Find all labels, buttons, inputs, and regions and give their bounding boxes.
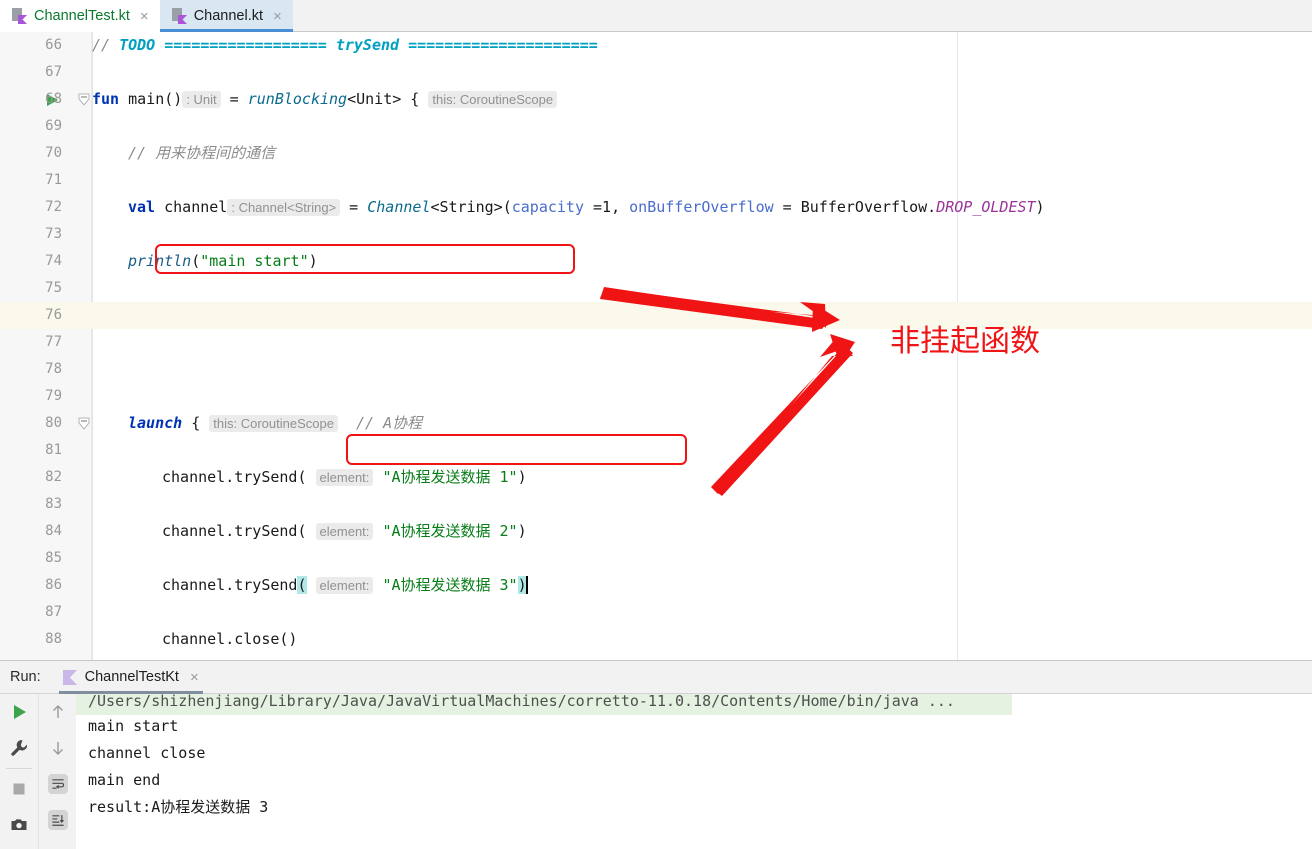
line-number: 87 (45, 604, 62, 620)
soft-wrap-button[interactable] (39, 766, 77, 802)
editor-row: 69 val channel: Channel<String> = Channe… (0, 113, 1312, 216)
editor-row: 81 println("result:" + channel.tryReceiv… (0, 437, 1312, 464)
run-tab-label: ChannelTestKt (84, 669, 179, 685)
line-number: 75 (45, 280, 62, 296)
console-line-command: /Users/shizhenjiang/Library/Java/JavaVir… (76, 694, 1012, 715)
run-label: Run: (10, 669, 41, 685)
line-number: 66 (45, 37, 62, 53)
editor-tab-label: ChannelTest.kt (34, 8, 130, 24)
up-button[interactable] (39, 694, 77, 730)
editor-row: 73 launch { this: CoroutineScope // A协程 (0, 221, 1312, 432)
line-number: 86 (45, 577, 62, 593)
editor-tab-close-icon[interactable]: × (272, 9, 283, 24)
editor-row: 82 } (0, 464, 1312, 491)
editor-tab-bar: ChannelTest.kt × Channel.kt × (0, 0, 1312, 32)
editor-tab-channeltest[interactable]: ChannelTest.kt × (0, 0, 160, 32)
todo-equals-left: ================== (155, 36, 336, 54)
arrow-up-icon (53, 705, 63, 718)
line-number: 76 (45, 307, 62, 323)
code-editor[interactable]: 66 // TODO ================== trySend ==… (0, 32, 1312, 660)
line-number: 81 (45, 442, 62, 458)
console-line: main end (88, 771, 161, 789)
todo-keyword: TODO (119, 36, 156, 54)
line-number: 74 (45, 253, 62, 269)
editor-row: 72 (0, 194, 1312, 221)
comment-slashes: // (92, 36, 120, 54)
line-number: 84 (45, 523, 62, 539)
editor-row: 71 (0, 167, 1312, 194)
kotlin-file-icon (171, 8, 187, 24)
annotation-label-non-suspend: 非挂起函数 (890, 324, 1040, 359)
line-number: 85 (45, 550, 62, 566)
run-tool-window: Run: ChannelTestKt × /Users/shizhenjiang… (0, 660, 1312, 849)
editor-row: 67 fun main(): Unit = runBlocking<Unit> … (0, 59, 1312, 108)
run-tool-window-header: Run: ChannelTestKt × (0, 661, 1312, 694)
stop-square-icon (13, 783, 25, 795)
kotlin-glyph-icon (18, 15, 27, 24)
editor-tab-label: Channel.kt (193, 8, 264, 24)
down-button[interactable] (39, 730, 77, 766)
todo-trysend-word: trySend (335, 36, 400, 54)
console-output[interactable]: /Users/shizhenjiang/Library/Java/JavaVir… (76, 694, 1312, 849)
line-number: 70 (45, 145, 62, 161)
editor-row: 70 println("main start") (0, 140, 1312, 270)
editor-row: 87 println("main end") (0, 599, 1312, 626)
editor-row: 88 } (0, 626, 1312, 653)
run-toolbar-primary (0, 694, 38, 849)
editor-row: 79 (0, 383, 1312, 410)
kotlin-glyph-icon (177, 15, 187, 24)
console-line: main start (88, 717, 179, 735)
line-number: 68 (45, 91, 62, 107)
run-settings-button[interactable] (0, 730, 38, 766)
wrench-icon (11, 740, 28, 756)
editor-row: 66 // TODO ================== trySend ==… (0, 32, 1312, 59)
editor-row: 78 }.join() // A协程必须执行完，通道有数据了之后才能取 (0, 356, 1312, 383)
play-icon (14, 705, 26, 719)
run-toolbar-secondary (38, 694, 76, 849)
thread-dump-button[interactable] (0, 807, 38, 843)
line-number: 73 (45, 226, 62, 242)
run-tab-close-icon[interactable]: × (189, 670, 200, 685)
editor-tab-close-icon[interactable]: × (139, 9, 150, 24)
line-number: 77 (45, 334, 62, 350)
editor-row: 84 channel.invokeOnClose { it: Throwable… (0, 518, 1312, 545)
console-line: result:A协程发送数据 3 (88, 798, 269, 816)
kotlin-file-icon (12, 8, 27, 24)
editor-row: 83 (0, 491, 1312, 518)
code-line-66: // TODO ================== trySend =====… (92, 32, 598, 59)
ide-window: ChannelTest.kt × Channel.kt × 66 // TODO… (0, 0, 1312, 849)
line-number: 83 (45, 496, 62, 512)
camera-icon (11, 819, 27, 830)
scroll-end-icon (48, 810, 68, 830)
console-line: channel close (88, 744, 206, 762)
line-number: 71 (45, 172, 62, 188)
line-number: 72 (45, 199, 62, 215)
editor-row: 75 channel.trySend( element: "A协程发送数据 2"… (0, 275, 1312, 540)
editor-row: 80 launch { this: CoroutineScope // B 协程 (0, 410, 1312, 437)
line-number: 82 (45, 469, 62, 485)
stop-button[interactable] (0, 771, 38, 807)
line-number: 78 (45, 361, 62, 377)
line-number: 67 (45, 64, 62, 80)
editor-row: 86 } (0, 572, 1312, 599)
toolbar-divider (6, 768, 32, 769)
todo-equals-right: ===================== (399, 36, 598, 54)
kotlin-run-icon (62, 669, 77, 685)
line-number: 80 (45, 415, 62, 431)
scroll-to-end-button[interactable] (39, 802, 77, 838)
line-number: 88 (45, 631, 62, 647)
run-configuration-tab[interactable]: ChannelTestKt × (53, 661, 209, 694)
editor-row: 77 channel.close() (0, 329, 1312, 648)
soft-wrap-icon (48, 774, 68, 794)
editor-row: 74 channel.trySend( element: "A协程发送数据 1"… (0, 248, 1312, 486)
arrow-down-icon (53, 742, 63, 755)
line-number: 79 (45, 388, 62, 404)
line-number: 69 (45, 118, 62, 134)
editor-row-current: 76 channel.trySend( element: "A协程发送数据 3"… (0, 302, 1312, 594)
editor-row: 68 // 用来协程间的通信 (0, 86, 1312, 162)
editor-tab-channel[interactable]: Channel.kt × (159, 0, 293, 32)
rerun-button[interactable] (0, 694, 38, 730)
editor-row: 85 println("channel close") (0, 545, 1312, 572)
